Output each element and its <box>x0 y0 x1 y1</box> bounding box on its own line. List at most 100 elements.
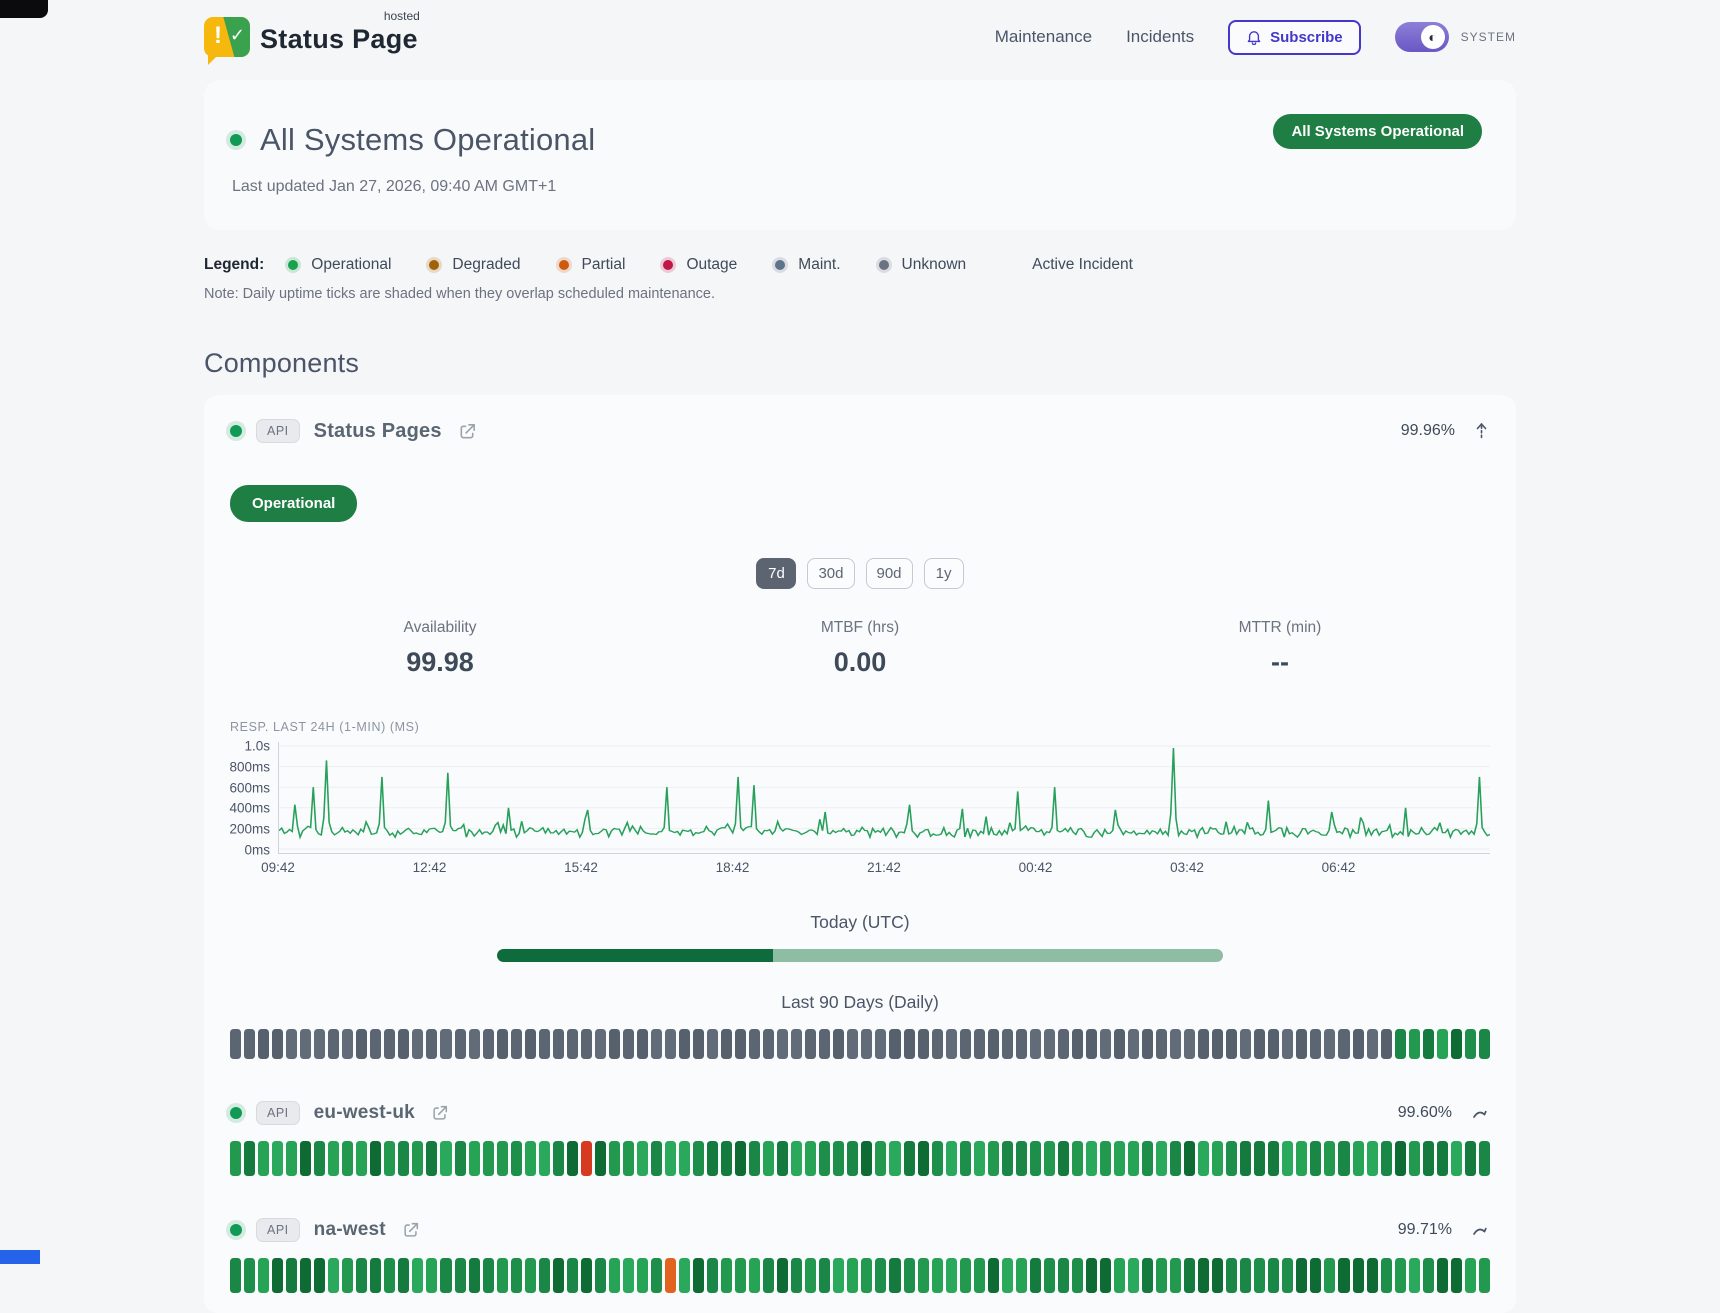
uptime-tick[interactable] <box>777 1029 788 1059</box>
uptime-tick[interactable] <box>777 1258 788 1293</box>
uptime-tick[interactable] <box>497 1258 508 1293</box>
uptime-tick[interactable] <box>791 1141 802 1176</box>
uptime-tick[interactable] <box>1156 1141 1167 1176</box>
uptime-tick[interactable] <box>1044 1029 1055 1059</box>
uptime-tick[interactable] <box>1002 1141 1013 1176</box>
uptime-tick[interactable] <box>721 1258 732 1293</box>
uptime-tick[interactable] <box>1170 1141 1181 1176</box>
uptime-tick[interactable] <box>398 1141 409 1176</box>
uptime-tick[interactable] <box>426 1258 437 1293</box>
uptime-tick[interactable] <box>1465 1029 1476 1059</box>
uptime-tick[interactable] <box>889 1029 900 1059</box>
uptime-tick[interactable] <box>721 1141 732 1176</box>
uptime-tick[interactable] <box>567 1141 578 1176</box>
uptime-tick[interactable] <box>398 1029 409 1059</box>
uptime-tick[interactable] <box>483 1258 494 1293</box>
uptime-tick[interactable] <box>314 1141 325 1176</box>
uptime-tick[interactable] <box>469 1258 480 1293</box>
uptime-tick[interactable] <box>609 1258 620 1293</box>
uptime-tick[interactable] <box>693 1258 704 1293</box>
uptime-tick[interactable] <box>581 1029 592 1059</box>
uptime-tick[interactable] <box>1353 1141 1364 1176</box>
uptime-tick[interactable] <box>272 1029 283 1059</box>
uptime-tick[interactable] <box>1100 1141 1111 1176</box>
uptime-tick[interactable] <box>483 1141 494 1176</box>
uptime-tick[interactable] <box>791 1029 802 1059</box>
uptime-tick[interactable] <box>707 1258 718 1293</box>
uptime-tick[interactable] <box>960 1258 971 1293</box>
collapse-icon[interactable] <box>1473 420 1490 443</box>
uptime-tick[interactable] <box>1016 1141 1027 1176</box>
uptime-tick[interactable] <box>567 1258 578 1293</box>
uptime-tick[interactable] <box>623 1029 634 1059</box>
uptime-tick[interactable] <box>525 1258 536 1293</box>
uptime-tick[interactable] <box>1170 1258 1181 1293</box>
uptime-tick[interactable] <box>455 1029 466 1059</box>
uptime-tick[interactable] <box>805 1258 816 1293</box>
uptime-tick[interactable] <box>946 1029 957 1059</box>
uptime-tick[interactable] <box>553 1029 564 1059</box>
expand-icon[interactable] <box>1470 1223 1490 1238</box>
uptime-tick[interactable] <box>861 1258 872 1293</box>
uptime-tick[interactable] <box>1324 1029 1335 1059</box>
nav-maintenance[interactable]: Maintenance <box>995 27 1092 47</box>
uptime-tick[interactable] <box>1184 1029 1195 1059</box>
uptime-tick[interactable] <box>328 1258 339 1293</box>
uptime-tick[interactable] <box>342 1141 353 1176</box>
uptime-tick[interactable] <box>1240 1029 1251 1059</box>
nav-incidents[interactable]: Incidents <box>1126 27 1194 47</box>
uptime-tick[interactable] <box>1465 1141 1476 1176</box>
uptime-tick[interactable] <box>1058 1141 1069 1176</box>
uptime-tick[interactable] <box>1212 1141 1223 1176</box>
uptime-tick[interactable] <box>1198 1141 1209 1176</box>
uptime-tick[interactable] <box>1198 1258 1209 1293</box>
uptime-tick[interactable] <box>974 1029 985 1059</box>
uptime-tick[interactable] <box>384 1029 395 1059</box>
uptime-tick[interactable] <box>904 1141 915 1176</box>
uptime-tick[interactable] <box>763 1141 774 1176</box>
uptime-tick[interactable] <box>328 1029 339 1059</box>
uptime-tick[interactable] <box>1338 1258 1349 1293</box>
uptime-tick[interactable] <box>805 1141 816 1176</box>
uptime-tick[interactable] <box>1381 1029 1392 1059</box>
uptime-tick[interactable] <box>1030 1141 1041 1176</box>
uptime-tick[interactable] <box>1409 1141 1420 1176</box>
uptime-tick[interactable] <box>1338 1029 1349 1059</box>
uptime-tick[interactable] <box>511 1029 522 1059</box>
uptime-tick[interactable] <box>384 1258 395 1293</box>
uptime-tick[interactable] <box>412 1258 423 1293</box>
uptime-tick[interactable] <box>1254 1258 1265 1293</box>
uptime-tick[interactable] <box>1072 1029 1083 1059</box>
uptime-tick[interactable] <box>707 1141 718 1176</box>
uptime-tick[interactable] <box>651 1141 662 1176</box>
uptime-tick[interactable] <box>974 1258 985 1293</box>
uptime-tick[interactable] <box>918 1141 929 1176</box>
uptime-tick[interactable] <box>904 1029 915 1059</box>
uptime-tick[interactable] <box>1437 1029 1448 1059</box>
uptime-tick[interactable] <box>539 1258 550 1293</box>
uptime-tick[interactable] <box>1451 1258 1462 1293</box>
uptime-tick[interactable] <box>1128 1029 1139 1059</box>
uptime-tick[interactable] <box>272 1258 283 1293</box>
uptime-tick[interactable] <box>665 1141 676 1176</box>
uptime-tick[interactable] <box>637 1258 648 1293</box>
uptime-tick[interactable] <box>1409 1258 1420 1293</box>
uptime-tick[interactable] <box>847 1029 858 1059</box>
uptime-tick[interactable] <box>1100 1258 1111 1293</box>
uptime-tick[interactable] <box>889 1141 900 1176</box>
uptime-tick[interactable] <box>721 1029 732 1059</box>
uptime-tick[interactable] <box>1423 1029 1434 1059</box>
uptime-tick[interactable] <box>314 1258 325 1293</box>
uptime-tick[interactable] <box>904 1258 915 1293</box>
uptime-tick[interactable] <box>1282 1029 1293 1059</box>
uptime-tick[interactable] <box>581 1141 592 1176</box>
uptime-tick[interactable] <box>1184 1258 1195 1293</box>
uptime-tick[interactable] <box>497 1141 508 1176</box>
uptime-tick[interactable] <box>1451 1029 1462 1059</box>
uptime-tick[interactable] <box>300 1258 311 1293</box>
uptime-tick[interactable] <box>960 1141 971 1176</box>
uptime-tick[interactable] <box>370 1258 381 1293</box>
uptime-tick[interactable] <box>1226 1258 1237 1293</box>
range-button-1y[interactable]: 1y <box>924 558 964 589</box>
uptime-tick[interactable] <box>370 1141 381 1176</box>
